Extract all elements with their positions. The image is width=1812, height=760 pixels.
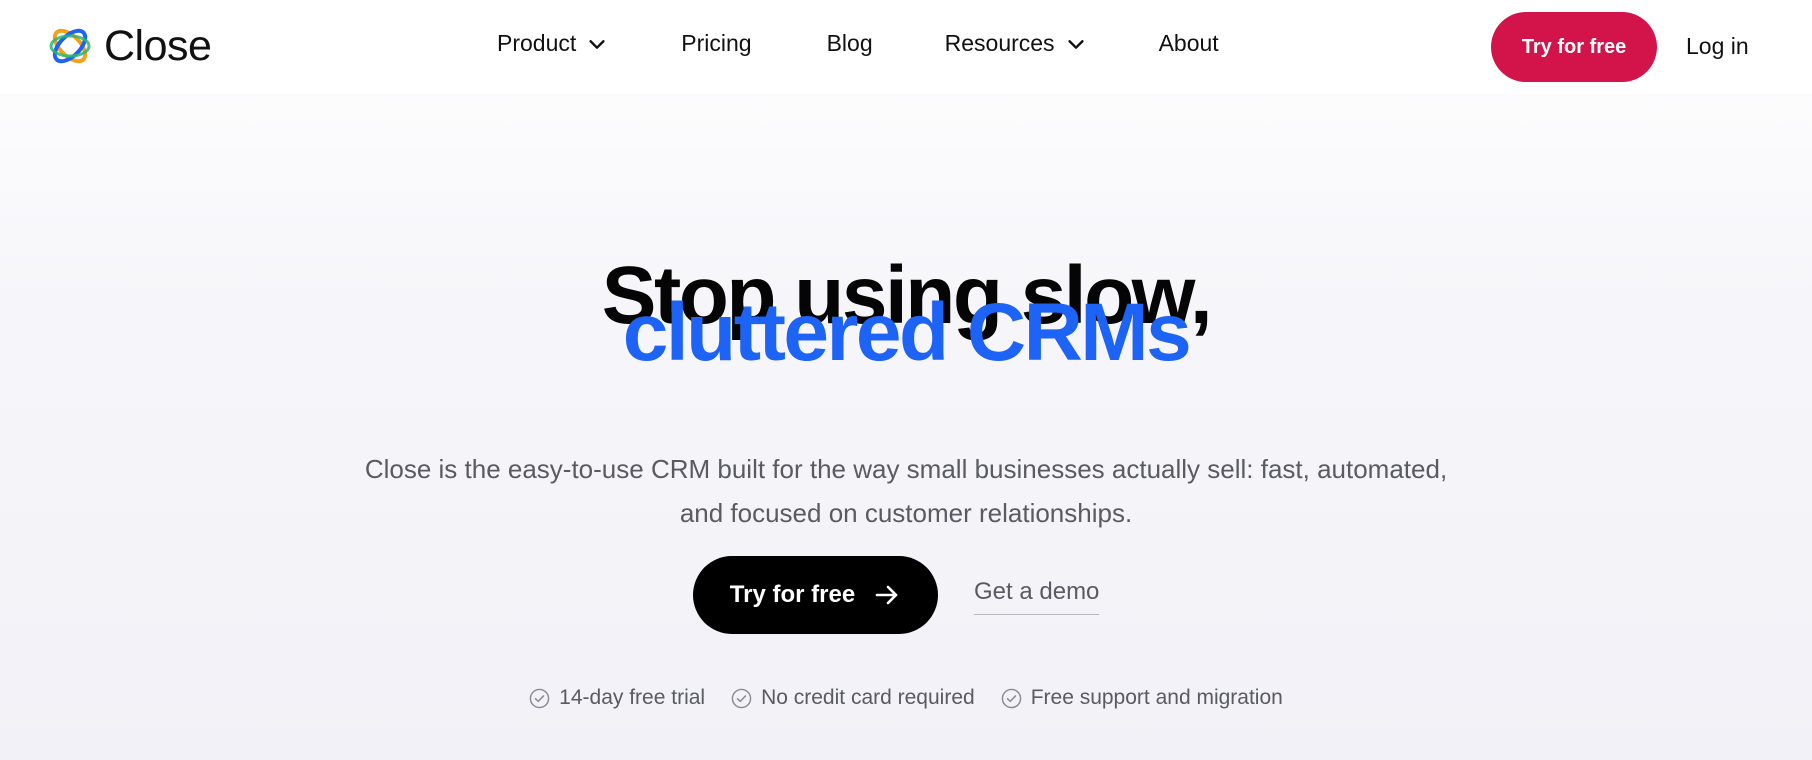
get-a-demo-link[interactable]: Get a demo (974, 578, 1100, 615)
feature-list: 14-day free trial No credit card require… (0, 686, 1812, 710)
nav-item-label: Blog (826, 30, 873, 56)
logo-text: Close (104, 21, 212, 70)
nav-item-pricing[interactable]: Pricing (681, 30, 751, 57)
arrow-right-icon (875, 585, 898, 605)
nav-item-label: Product (497, 30, 577, 56)
check-circle-icon (731, 688, 752, 708)
nav-item-label: Resources (944, 30, 1055, 56)
feature-item: No credit card required (731, 686, 975, 710)
header-try-for-free-button[interactable]: Try for free (1491, 12, 1657, 82)
feature-item: 14-day free trial (529, 686, 705, 710)
nav-item-about[interactable]: About (1159, 30, 1219, 57)
hero-try-for-free-button[interactable]: Try for free (693, 556, 938, 634)
nav-item-label: About (1158, 30, 1219, 56)
feature-label: Free support and migration (1030, 686, 1283, 709)
chevron-down-icon (589, 39, 605, 49)
feature-label: 14-day free trial (559, 686, 706, 709)
chevron-down-icon (1067, 39, 1084, 49)
hero-subtitle: Close is the easy-to-use CRM built for t… (364, 454, 1448, 528)
feature-label: No credit card required (761, 686, 975, 709)
feature-item: Free support and migration (1001, 686, 1283, 710)
logo-link[interactable]: Close (46, 21, 212, 70)
hero-title-line-2: cluttered CRMs (622, 287, 1192, 378)
site-header: Close Product Pricing Blog Resources Abo… (0, 0, 1812, 94)
nav-item-blog[interactable]: Blog (827, 30, 873, 57)
close-logo-icon (49, 28, 91, 64)
nav-item-product[interactable]: Product (497, 30, 608, 57)
login-link[interactable]: Log in (1686, 33, 1749, 60)
check-circle-icon (1001, 688, 1021, 708)
nav-item-label: Pricing (681, 30, 752, 56)
check-circle-icon (529, 688, 550, 708)
nav-item-resources[interactable]: Resources (945, 30, 1087, 57)
hero-try-for-free-label: Try for free (729, 581, 856, 608)
main-nav: Product Pricing Blog Resources About (497, 30, 1219, 57)
